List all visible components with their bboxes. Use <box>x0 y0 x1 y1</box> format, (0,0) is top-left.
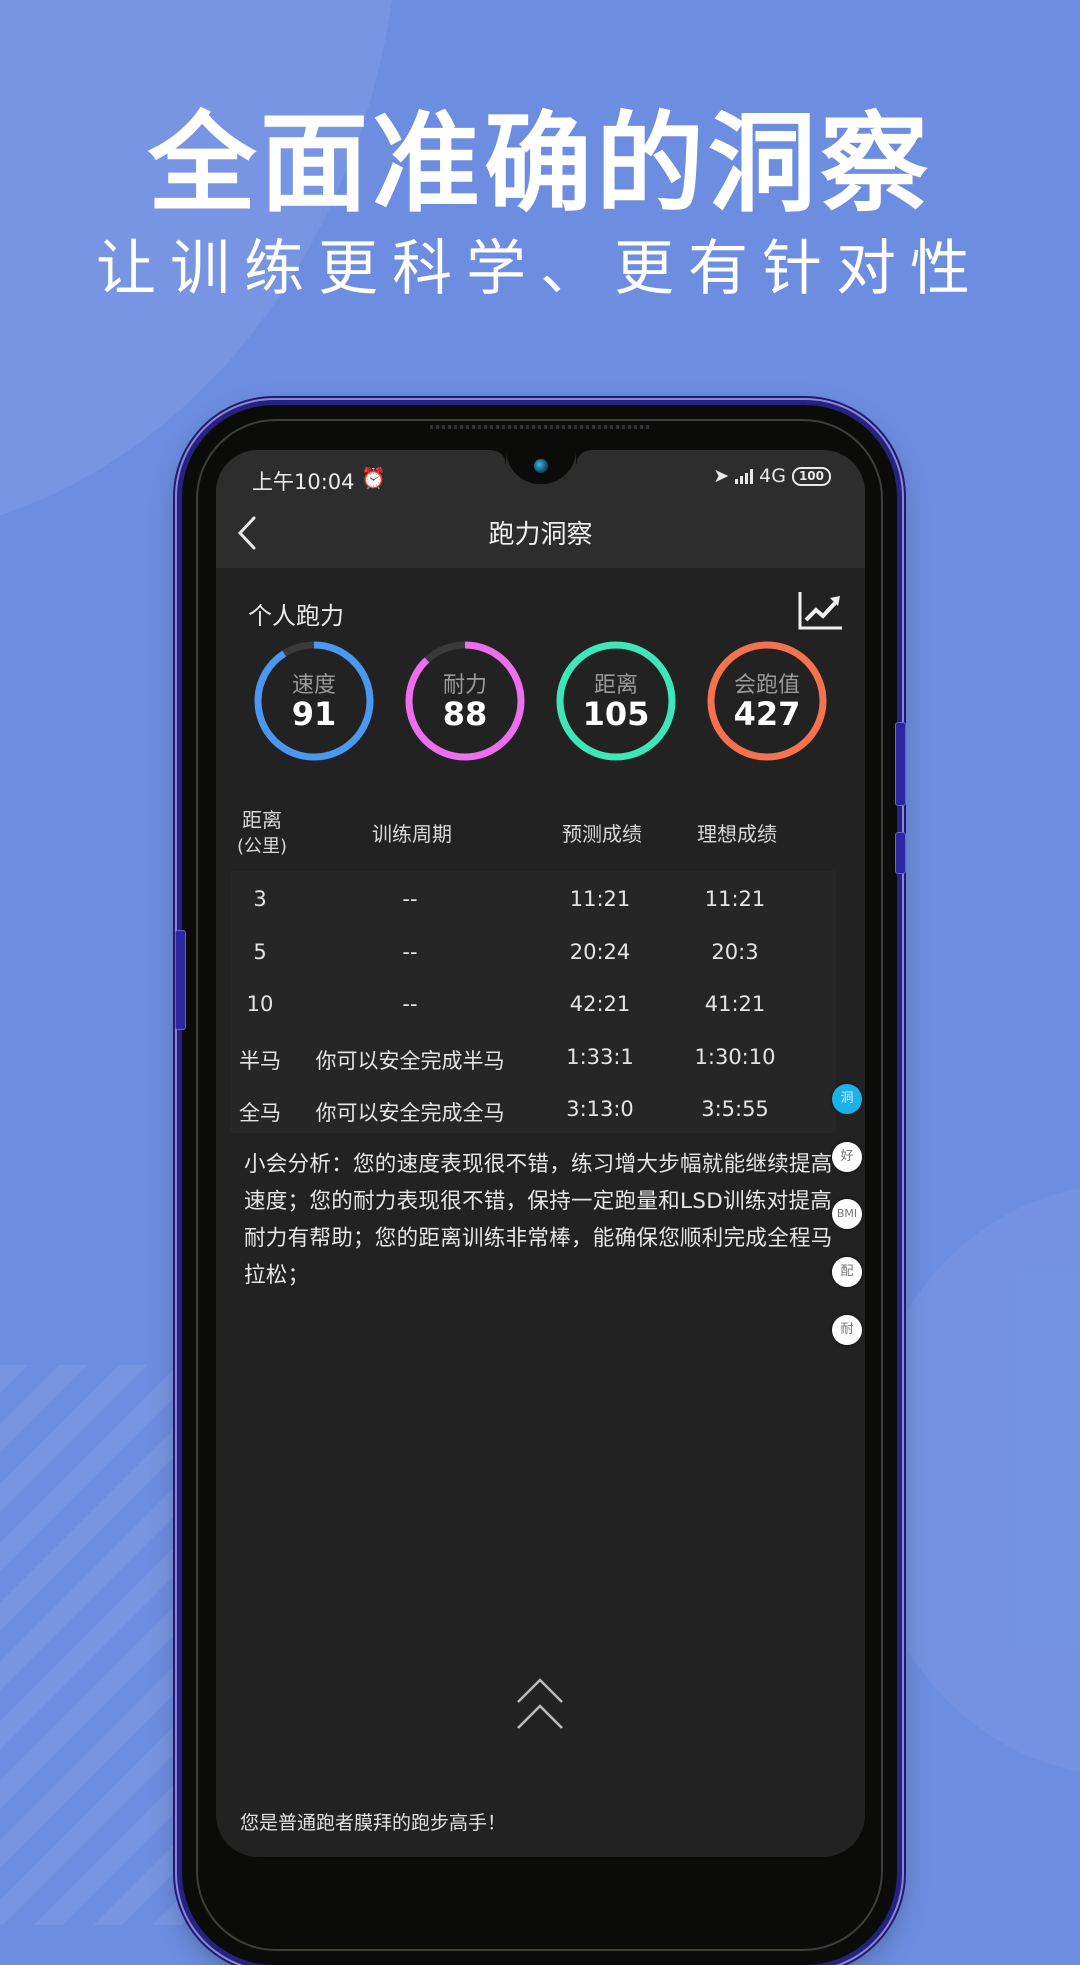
cell-distance: 5 <box>253 939 267 964</box>
cell-ideal: 41:21 <box>704 992 766 1016</box>
trend-chart-icon[interactable] <box>796 590 844 632</box>
location-icon: ➤ <box>713 465 730 487</box>
cell-ideal: 20:3 <box>711 939 759 964</box>
phone-power-button <box>895 832 906 874</box>
cell-cycle: -- <box>402 939 418 964</box>
double-chevron-up-icon[interactable] <box>512 1676 568 1738</box>
cell-ideal: 11:21 <box>704 887 766 911</box>
table-row: 3 -- 11:21 11:21 <box>230 875 836 927</box>
ring-value: 91 <box>291 695 337 733</box>
header-cycle: 训练周期 <box>372 822 452 846</box>
app-screen: 上午10:04 ⏰ ➤ 4G 100 跑力洞察 个人跑力 速度 91 耐力 88 距离 1… <box>216 450 865 1857</box>
cell-distance: 3 <box>253 887 267 911</box>
table-row: 全马 你可以安全完成全马 3:13:0 3:5:55 <box>230 1085 836 1137</box>
cell-cycle: -- <box>402 887 418 911</box>
table-header: 距离 (公里) 训练周期 预测成绩 理想成绩 <box>232 798 832 870</box>
status-icons: ➤ 4G 100 <box>713 465 831 487</box>
table-body: 3 -- 11:21 11:21 5 -- 20:24 20:3 10 -- 42:21 41:21 半… <box>230 871 836 1133</box>
cell-predicted: 20:24 <box>569 939 631 964</box>
battery-icon: 100 <box>791 466 831 486</box>
ring-2: 距离 105 <box>552 637 680 765</box>
header-distance: 距离 <box>242 808 282 832</box>
cell-ideal: 3:5:55 <box>701 1097 769 1121</box>
cell-predicted: 42:21 <box>569 992 631 1016</box>
cell-cycle: -- <box>402 992 418 1016</box>
ring-1: 耐力 88 <box>401 637 529 765</box>
ring-value: 88 <box>442 695 488 733</box>
phone-speaker-grille <box>430 425 650 429</box>
analysis-text: 小会分析：您的速度表现很不错，练习增大步幅就能继续提高速度；您的耐力表现很不错，… <box>244 1152 833 1288</box>
table-row: 5 -- 20:24 20:3 <box>230 928 836 980</box>
ring-3: 会跑值 427 <box>703 637 831 765</box>
status-time: 上午10:04 <box>252 470 355 494</box>
page-title: 跑力洞察 <box>488 520 593 550</box>
cell-predicted: 3:13:0 <box>566 1097 634 1121</box>
side-tab-1[interactable]: 好 <box>832 1142 862 1172</box>
header-predicted: 预测成绩 <box>562 822 642 846</box>
footer-message: 您是普通跑者膜拜的跑步高手！ <box>240 1812 507 1834</box>
cell-distance: 全马 <box>239 1101 281 1125</box>
promo-headline: 全面准确的洞察 <box>147 102 932 227</box>
cell-distance: 10 <box>246 992 274 1016</box>
cell-predicted: 1:33:1 <box>566 1044 634 1069</box>
network-label: 4G <box>759 465 786 487</box>
cell-cycle: 你可以安全完成全马 <box>315 1101 505 1125</box>
alarm-clock-icon: ⏰ <box>361 466 386 490</box>
cell-cycle: 你可以安全完成半马 <box>315 1048 505 1073</box>
ring-0: 速度 91 <box>250 637 378 765</box>
side-tab-2[interactable]: BMI <box>832 1199 862 1229</box>
side-tab-4[interactable]: 耐 <box>832 1315 862 1345</box>
header-ideal: 理想成绩 <box>697 822 777 846</box>
signal-icon <box>735 468 754 484</box>
ring-value: 105 <box>582 695 650 733</box>
table-row: 半马 你可以安全完成半马 1:33:1 1:30:10 <box>230 1033 836 1085</box>
header-distance-unit: (公里) <box>236 836 288 857</box>
phone-left-button <box>175 930 186 1030</box>
background-stripes-decoration <box>0 1365 190 1925</box>
cell-distance: 半马 <box>239 1048 281 1073</box>
phone-volume-button <box>895 722 906 806</box>
promo-subheadline: 让训练更科学、更有针对性 <box>96 234 984 304</box>
cell-predicted: 11:21 <box>569 887 631 911</box>
cell-ideal: 1:30:10 <box>694 1044 776 1069</box>
section-title: 个人跑力 <box>248 602 344 630</box>
side-tab-3[interactable]: 配 <box>832 1257 862 1287</box>
table-row: 10 -- 42:21 41:21 <box>230 980 836 1032</box>
ring-value: 427 <box>733 695 801 733</box>
camera-lens <box>534 459 548 473</box>
side-tab-0[interactable]: 洞 <box>832 1084 862 1114</box>
